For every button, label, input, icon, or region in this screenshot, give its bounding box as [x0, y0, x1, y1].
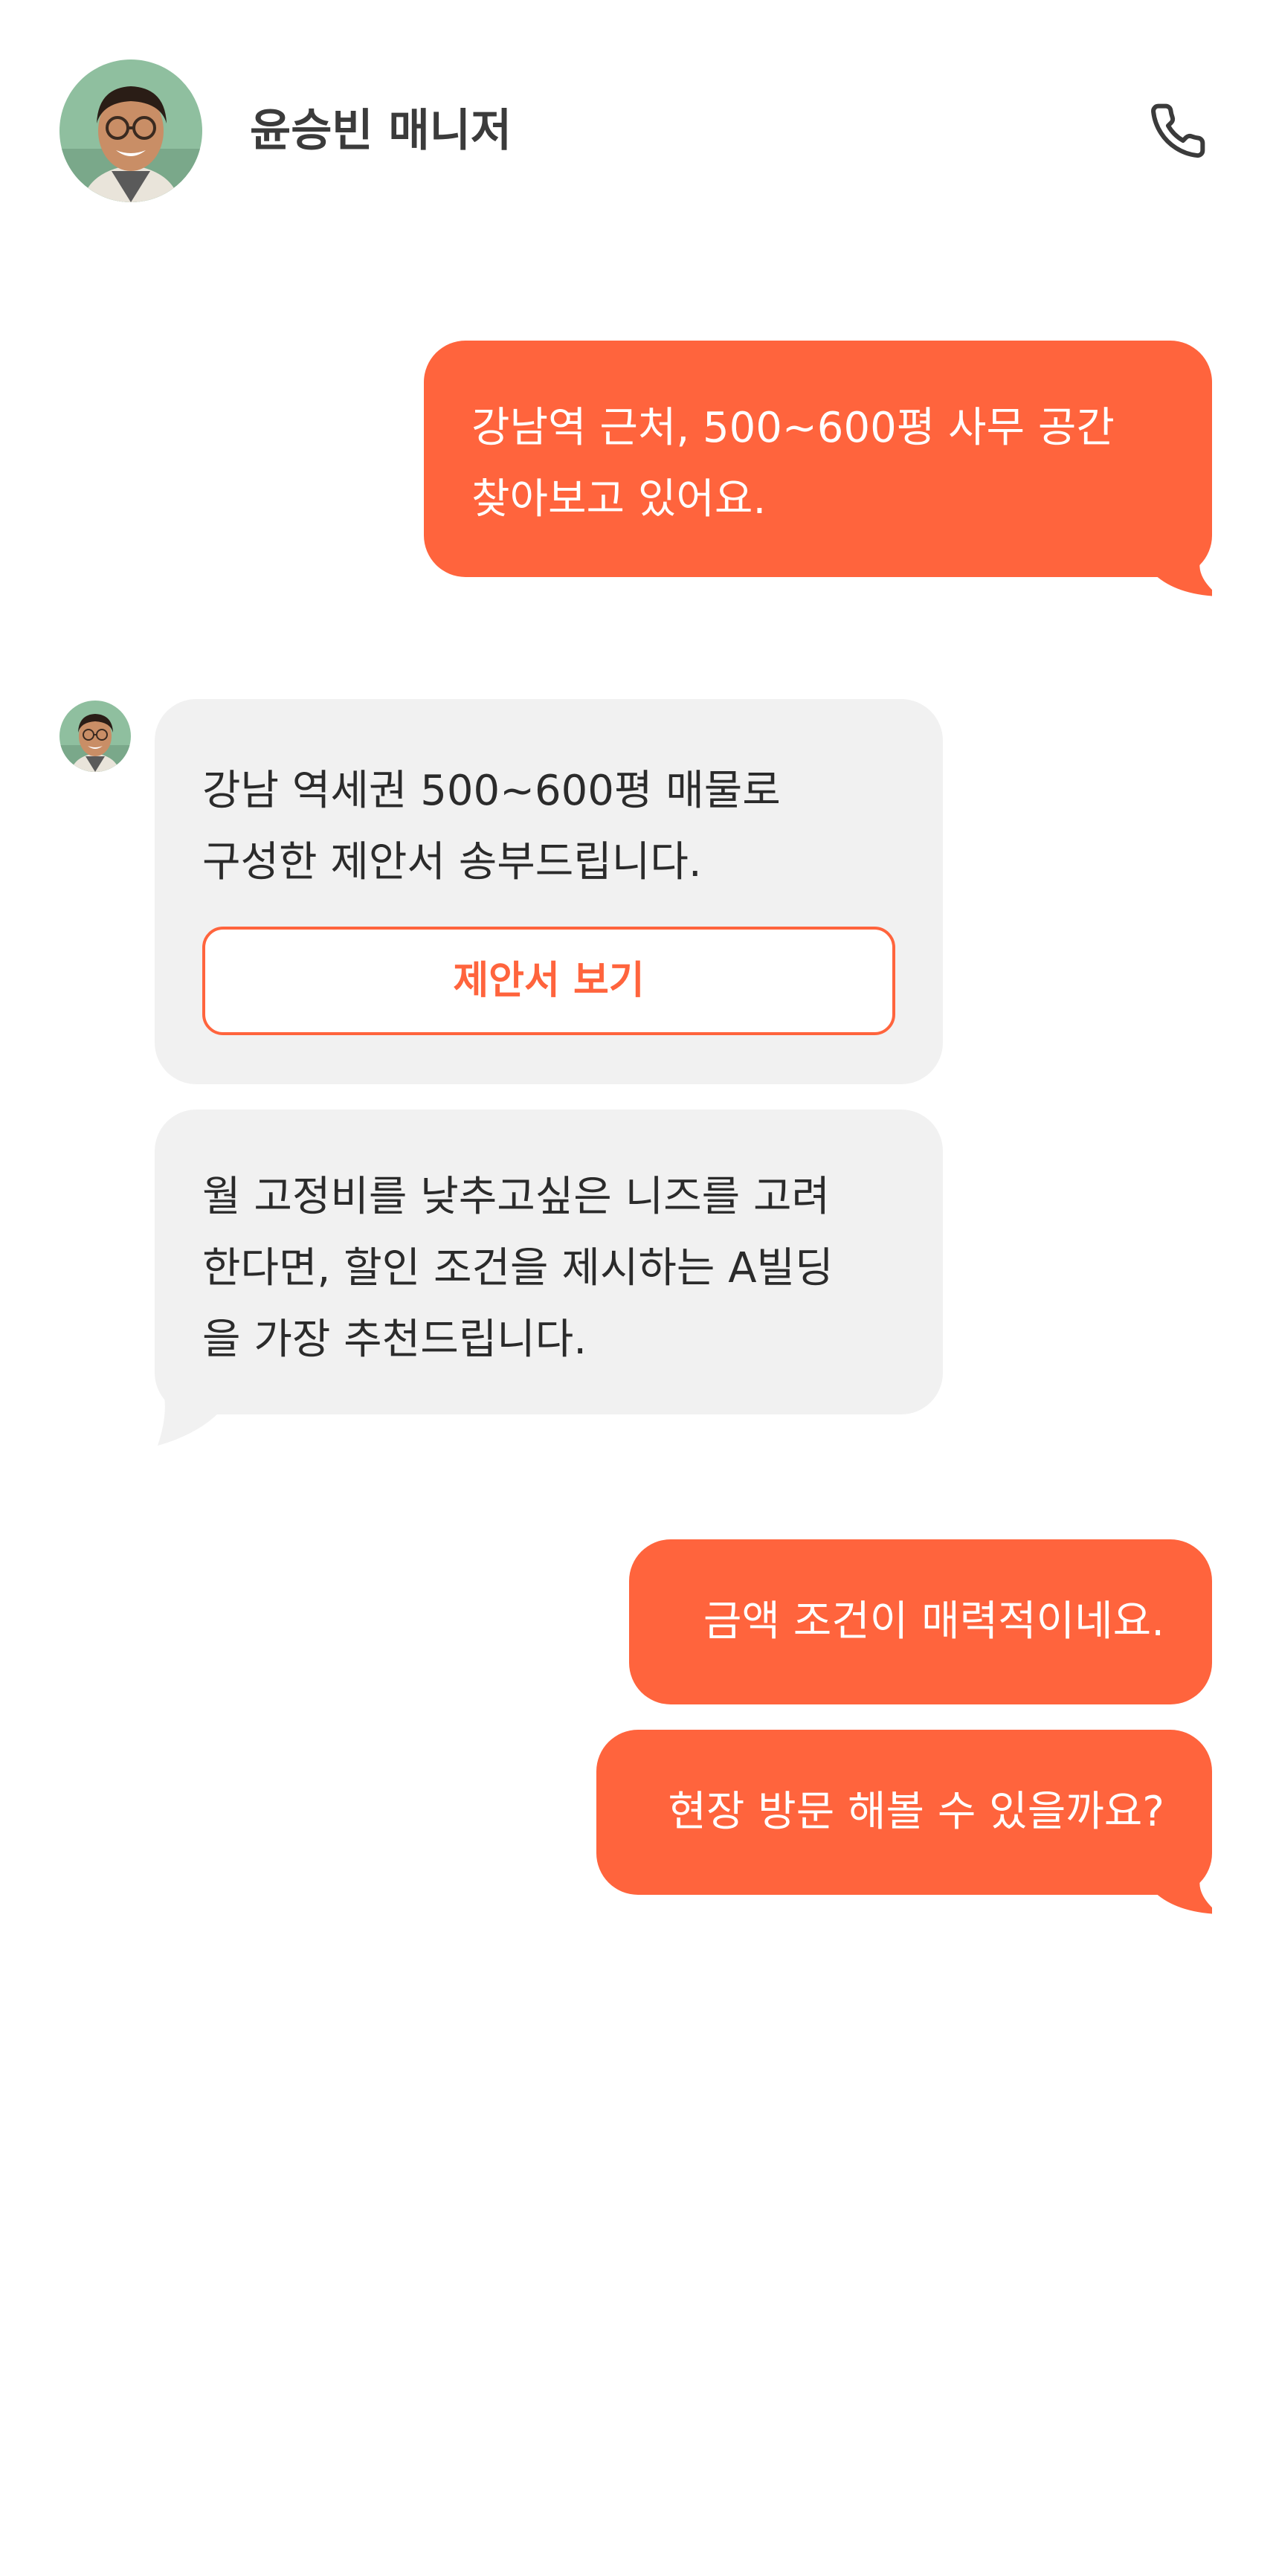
outgoing-message-bubble: 강남역 근처, 500~600평 사무 공간 찾아보고 있어요. — [424, 341, 1212, 577]
incoming-message-bubble: 월 고정비를 낮추고싶은 니즈를 고려 한다면, 할인 조건을 제시하는 A빌딩… — [155, 1110, 943, 1414]
manager-avatar-small[interactable] — [59, 701, 131, 772]
message-text: 강남역 근처, 500~600평 사무 공간 찾아보고 있어요. — [471, 404, 1115, 524]
manager-name: 윤승빈 매니저 — [250, 105, 512, 157]
incoming-message-bubble: 강남 역세권 500~600평 매물로 구성한 제안서 송부드립니다. 제안서 … — [155, 699, 943, 1084]
message-text: 월 고정비를 낮추고싶은 니즈를 고려 한다면, 할인 조건을 제시하는 A빌딩… — [202, 1173, 834, 1364]
outgoing-message-bubble: 금액 조건이 매력적이네요. — [629, 1539, 1212, 1704]
manager-portrait-icon — [59, 701, 131, 772]
manager-avatar[interactable] — [59, 59, 202, 202]
call-button[interactable] — [1142, 95, 1214, 167]
manager-portrait-icon — [59, 59, 202, 202]
message-text: 금액 조건이 매력적이네요. — [703, 1597, 1164, 1646]
message-text: 강남 역세권 500~600평 매물로 구성한 제안서 송부드립니다. — [202, 767, 781, 886]
outgoing-message-bubble: 현장 방문 해볼 수 있을까요? — [596, 1730, 1212, 1895]
chat-header: 윤승빈 매니저 — [0, 0, 1276, 253]
phone-icon — [1151, 103, 1205, 158]
view-proposal-button[interactable]: 제안서 보기 — [202, 927, 895, 1035]
message-text: 현장 방문 해볼 수 있을까요? — [668, 1788, 1164, 1836]
